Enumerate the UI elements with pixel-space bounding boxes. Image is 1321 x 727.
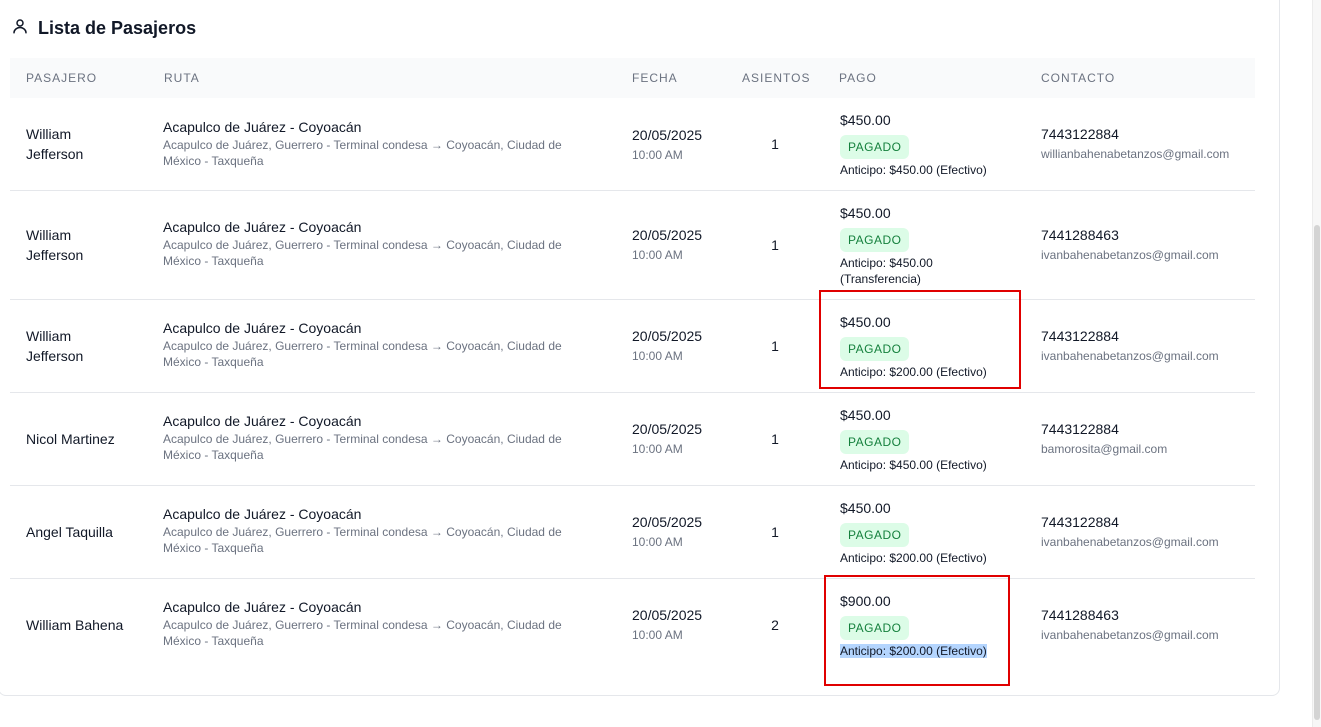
payment-amount: $450.00: [840, 314, 891, 330]
table-row[interactable]: William Jefferson Acapulco de Juárez - C…: [10, 300, 1255, 393]
trip-time: 10:00 AM: [632, 248, 683, 262]
user-icon: [11, 17, 38, 40]
payment-amount: $450.00: [840, 500, 891, 516]
contact-email: ivanbahenabetanzos@gmail.com: [1041, 535, 1219, 549]
contact-email: willianbahenabetanzos@gmail.com: [1041, 147, 1230, 161]
page-title: Lista de Pasajeros: [38, 17, 197, 38]
payment-amount: $450.00: [840, 407, 891, 423]
trip-time: 10:00 AM: [632, 349, 683, 363]
trip-date: 20/05/2025: [632, 514, 703, 530]
contact-phone: 7441288463: [1041, 227, 1119, 243]
payment-amount: $450.00: [840, 205, 891, 221]
table-row[interactable]: William Jefferson Acapulco de Juárez - C…: [10, 98, 1255, 191]
table-header: PASAJERO RUTA FECHA ASIENTOS PAGO CONTAC…: [10, 58, 1255, 98]
advance-payment: Anticipo: $450.00 (Efectivo): [840, 458, 987, 472]
route-title: Acapulco de Juárez - Coyoacán: [163, 219, 362, 235]
route-title: Acapulco de Juárez - Coyoacán: [163, 506, 362, 522]
seat-count: 1: [771, 237, 779, 253]
passenger-name: William Bahena: [26, 617, 124, 633]
route-description: Acapulco de Juárez, Guerrero - Terminal …: [163, 432, 562, 462]
table-row[interactable]: Angel Taquilla Acapulco de Juárez - Coyo…: [10, 486, 1255, 579]
status-badge: PAGADO: [840, 337, 910, 361]
route-title: Acapulco de Juárez - Coyoacán: [163, 599, 362, 615]
contact-phone: 7443122884: [1041, 328, 1119, 344]
column-header-seats: ASIENTOS: [742, 71, 811, 85]
trip-date: 20/05/2025: [632, 127, 703, 143]
status-badge: PAGADO: [840, 616, 910, 640]
table-row[interactable]: Nicol Martinez Acapulco de Juárez - Coyo…: [10, 393, 1255, 486]
trip-date: 20/05/2025: [632, 607, 703, 623]
trip-time: 10:00 AM: [632, 628, 683, 642]
card-header: Lista de Pasajeros: [11, 16, 196, 40]
column-header-date: FECHA: [632, 71, 678, 85]
seat-count: 1: [771, 524, 779, 540]
seat-count: 1: [771, 431, 779, 447]
status-badge: PAGADO: [840, 135, 910, 159]
seat-count: 1: [771, 338, 779, 354]
trip-time: 10:00 AM: [632, 442, 683, 456]
trip-date: 20/05/2025: [632, 227, 703, 243]
advance-payment: Anticipo: $200.00 (Efectivo): [840, 644, 987, 658]
trip-time: 10:00 AM: [632, 148, 683, 162]
route-description: Acapulco de Juárez, Guerrero - Terminal …: [163, 238, 562, 268]
status-badge: PAGADO: [840, 430, 910, 454]
advance-payment: Anticipo: $450.00 (Transferencia): [840, 256, 933, 286]
column-header-passenger: PASAJERO: [26, 71, 98, 85]
route-title: Acapulco de Juárez - Coyoacán: [163, 320, 362, 336]
status-badge: PAGADO: [840, 523, 910, 547]
payment-amount: $450.00: [840, 112, 891, 128]
trip-time: 10:00 AM: [632, 535, 683, 549]
contact-phone: 7443122884: [1041, 421, 1119, 437]
route-description: Acapulco de Juárez, Guerrero - Terminal …: [163, 339, 562, 369]
column-header-payment: PAGO: [839, 71, 877, 85]
advance-payment: Anticipo: $450.00 (Efectivo): [840, 163, 987, 177]
passenger-name: William Jefferson: [26, 227, 84, 263]
route-description: Acapulco de Juárez, Guerrero - Terminal …: [163, 138, 562, 168]
passenger-name: Nicol Martinez: [26, 431, 115, 447]
route-description: Acapulco de Juárez, Guerrero - Terminal …: [163, 525, 562, 555]
contact-email: ivanbahenabetanzos@gmail.com: [1041, 628, 1219, 642]
status-badge: PAGADO: [840, 228, 910, 252]
payment-amount: $900.00: [840, 593, 891, 609]
column-header-route: RUTA: [164, 71, 200, 85]
column-header-contact: CONTACTO: [1041, 71, 1116, 85]
passenger-name: Angel Taquilla: [26, 524, 113, 540]
advance-payment: Anticipo: $200.00 (Efectivo): [840, 551, 987, 565]
contact-email: bamorosita@gmail.com: [1041, 442, 1168, 456]
contact-email: ivanbahenabetanzos@gmail.com: [1041, 349, 1219, 363]
route-title: Acapulco de Juárez - Coyoacán: [163, 119, 362, 135]
seat-count: 2: [771, 617, 779, 633]
table-row[interactable]: William Bahena Acapulco de Juárez - Coyo…: [10, 579, 1255, 672]
contact-phone: 7443122884: [1041, 514, 1119, 530]
contact-phone: 7443122884: [1041, 126, 1119, 142]
passenger-name: William Jefferson: [26, 328, 84, 364]
scrollbar-thumb[interactable]: [1314, 225, 1320, 720]
table-row[interactable]: William Jefferson Acapulco de Juárez - C…: [10, 191, 1255, 300]
route-title: Acapulco de Juárez - Coyoacán: [163, 413, 362, 429]
trip-date: 20/05/2025: [632, 328, 703, 344]
contact-phone: 7441288463: [1041, 607, 1119, 623]
trip-date: 20/05/2025: [632, 421, 703, 437]
advance-payment: Anticipo: $200.00 (Efectivo): [840, 365, 987, 379]
passenger-name: William Jefferson: [26, 126, 84, 162]
seat-count: 1: [771, 136, 779, 152]
contact-email: ivanbahenabetanzos@gmail.com: [1041, 248, 1219, 262]
route-description: Acapulco de Juárez, Guerrero - Terminal …: [163, 618, 562, 648]
